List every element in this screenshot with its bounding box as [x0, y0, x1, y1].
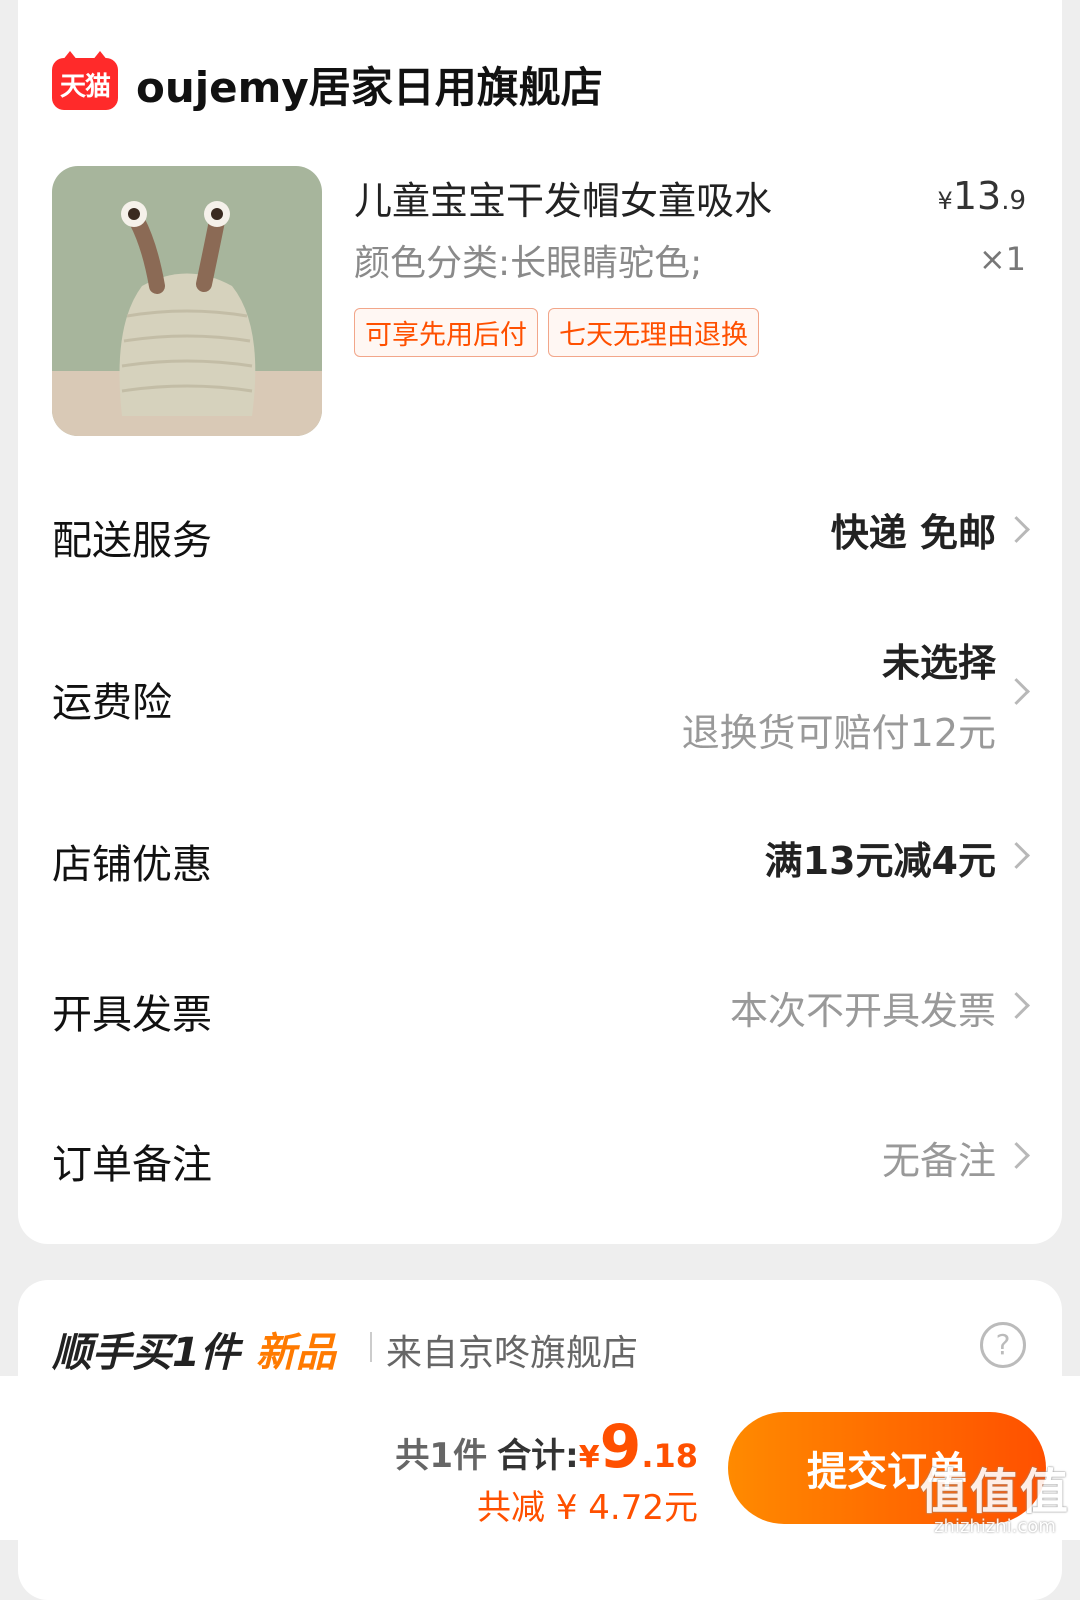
addon-source: 来自京咚旗舰店 — [386, 1333, 639, 1374]
coupon-value: 满13元减4元 — [764, 839, 996, 883]
question-circle-icon[interactable]: ? — [980, 1322, 1026, 1368]
total-integer: 9 — [599, 1412, 642, 1482]
row-invoice[interactable]: 开具发票 本次不开具发票 — [18, 958, 1062, 1058]
watermark-sub: zhizhizhi.com — [934, 1516, 1056, 1537]
coupon-label: 店铺优惠 — [52, 842, 212, 888]
price-integer: 13 — [952, 174, 1002, 218]
total-line: 共1件 合计:¥9.18 — [395, 1412, 698, 1482]
delivery-label: 配送服务 — [52, 518, 212, 564]
chevron-right-icon — [1003, 678, 1030, 705]
row-delivery[interactable]: 配送服务 快递 免邮 — [18, 480, 1062, 580]
delivery-value: 快递 免邮 — [830, 511, 996, 555]
addon-title-text: 顺手买1件 — [52, 1330, 240, 1376]
product-tags: 可享先用后付 七天无理由退换 — [354, 308, 759, 357]
invoice-label: 开具发票 — [52, 992, 212, 1038]
chevron-right-icon — [1003, 842, 1030, 869]
tmall-logo-icon: 天猫 — [52, 51, 118, 110]
insurance-label: 运费险 — [52, 680, 172, 726]
product-image[interactable] — [52, 166, 322, 436]
row-order-note[interactable]: 订单备注 无备注 — [18, 1108, 1062, 1208]
price-decimal: .9 — [1001, 186, 1026, 216]
invoice-value: 本次不开具发票 — [729, 989, 996, 1033]
checkout-bar: 共1件 合计:¥9.18 共减 ¥ 4.72元 提交订单 — [0, 1376, 1080, 1540]
discount-total: 共减 ¥ 4.72元 — [477, 1488, 698, 1528]
store-name[interactable]: oujemy居家日用旗舰店 — [136, 54, 603, 115]
tag-pay-later: 可享先用后付 — [354, 308, 538, 357]
item-count: 共1件 — [395, 1436, 488, 1476]
total-currency: ¥ — [578, 1440, 600, 1475]
row-shipping-insurance[interactable]: 运费险 未选择 退换货可赔付12元 — [18, 620, 1062, 760]
chevron-right-icon — [1003, 516, 1030, 543]
tag-free-return: 七天无理由退换 — [548, 308, 759, 357]
addon-highlight: 新品 — [255, 1330, 336, 1376]
addon-separator — [370, 1332, 372, 1362]
insurance-sub: 退换货可赔付12元 — [681, 711, 996, 755]
product-price: ¥13.9 — [938, 174, 1026, 218]
total-label: 合计: — [497, 1436, 579, 1476]
addon-title: 顺手买1件 新品 — [52, 1320, 336, 1378]
note-label: 订单备注 — [52, 1142, 212, 1188]
insurance-value: 未选择 — [881, 641, 996, 685]
order-card: 天猫 oujemy居家日用旗舰店 儿童宝宝干发帽女童吸水 颜色分类:长眼睛驼色;… — [18, 0, 1062, 1244]
total-decimal: .18 — [641, 1437, 698, 1475]
product-quantity: ×1 — [978, 240, 1026, 278]
store-header[interactable]: 天猫 oujemy居家日用旗舰店 — [52, 51, 603, 116]
note-value: 无备注 — [881, 1139, 996, 1183]
chevron-right-icon — [1003, 1142, 1030, 1169]
product-title[interactable]: 儿童宝宝干发帽女童吸水 — [354, 170, 772, 225]
watermark-main: 值值值 — [919, 1464, 1070, 1520]
product-variant[interactable]: 颜色分类:长眼睛驼色; — [354, 234, 702, 286]
watermark: 值值值 zhizhizhi.com — [920, 1452, 1070, 1537]
chevron-right-icon — [1003, 992, 1030, 1019]
tmall-badge-text: 天猫 — [59, 71, 111, 102]
price-currency: ¥ — [937, 187, 953, 215]
row-store-coupon[interactable]: 店铺优惠 满13元减4元 — [18, 808, 1062, 908]
